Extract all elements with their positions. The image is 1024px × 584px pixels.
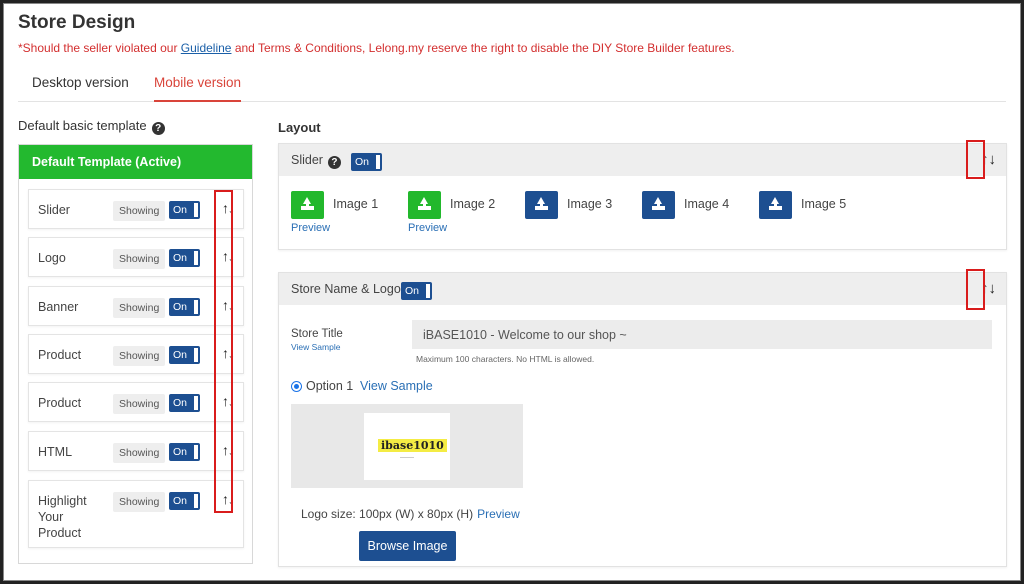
guideline-notice: *Should the seller violated our Guidelin…: [18, 41, 735, 55]
question-circle-icon[interactable]: ?: [327, 156, 341, 169]
row-label: Banner: [38, 300, 79, 314]
page-title: Store Design: [18, 12, 136, 33]
template-row-product: Product Showing On ↑↓: [28, 334, 244, 374]
row-toggle[interactable]: On: [169, 443, 200, 461]
store-name-logo-header: Store Name & Logo On ↑↓: [279, 273, 1006, 305]
logo-preview-area: ibase1010: [291, 404, 523, 488]
template-row-highlight-product: Highlight Your Product Showing On ↑↓: [28, 480, 244, 548]
tab-mobile-version[interactable]: Mobile version: [154, 75, 242, 102]
highlight-box-slider-arrows: [966, 140, 985, 179]
template-row-slider: Slider Showing On ↑↓: [28, 189, 244, 229]
upload-icon[interactable]: [408, 191, 441, 219]
logo-size-text: Logo size: 100px (W) x 80px (H): [301, 507, 474, 521]
upload-icon[interactable]: [291, 191, 324, 219]
default-template-heading: Default basic template?: [18, 118, 165, 135]
default-template-heading-label: Default basic template: [18, 118, 147, 133]
row-label: HTML: [38, 445, 73, 459]
template-row-html: HTML Showing On ↑↓: [28, 431, 244, 471]
template-row-logo: Logo Showing On ↑↓: [28, 237, 244, 277]
logo-tagline: [400, 457, 414, 458]
preview-link[interactable]: Preview: [408, 222, 447, 234]
status-badge: Showing: [113, 298, 166, 318]
logo-text: ibase1010: [378, 439, 447, 452]
slider-image-label: Image 2: [450, 197, 496, 211]
store-design-page: Store Design *Should the seller violated…: [3, 3, 1021, 581]
row-toggle[interactable]: On: [169, 298, 200, 316]
row-label: Slider: [38, 203, 70, 217]
slider-image-label: Image 4: [684, 197, 730, 211]
option-1-label: Option 1: [306, 379, 354, 393]
row-toggle[interactable]: On: [169, 346, 200, 364]
store-title-hint: Maximum 100 characters. No HTML is allow…: [416, 354, 595, 364]
status-badge: Showing: [113, 443, 166, 463]
notice-prefix: *Should the seller violated our: [18, 41, 181, 55]
view-sample-link[interactable]: View Sample: [360, 379, 433, 393]
store-name-logo-section: Store Name & Logo On ↑↓ Store Title View…: [278, 272, 1007, 567]
row-label: Product: [38, 348, 82, 362]
view-sample-link-small[interactable]: View Sample: [291, 342, 340, 352]
row-toggle[interactable]: On: [169, 249, 200, 267]
logo-size-info: Logo size: 100px (W) x 80px (H) Preview: [301, 507, 520, 521]
status-badge: Showing: [113, 394, 166, 414]
highlight-box-left-arrows: [214, 190, 233, 513]
question-circle-icon[interactable]: ?: [151, 122, 165, 135]
row-toggle[interactable]: On: [169, 201, 200, 219]
browse-image-button[interactable]: Browse Image: [359, 531, 456, 561]
guideline-link[interactable]: Guideline: [181, 41, 232, 55]
template-row-product-2: Product Showing On ↑↓: [28, 382, 244, 422]
active-template-banner: Default Template (Active): [19, 145, 252, 179]
slider-section: Slider? On ↑↓ Image 1 Preview Image 2 Pr…: [278, 143, 1007, 250]
store-title-label: Store Title: [291, 328, 343, 340]
notice-suffix: and Terms & Conditions, Lelong.my reserv…: [231, 41, 735, 55]
row-label: Highlight Your Product: [38, 494, 87, 540]
status-badge: Showing: [113, 346, 166, 366]
slider-image-label: Image 3: [567, 197, 613, 211]
row-toggle[interactable]: On: [169, 394, 200, 412]
slider-toggle[interactable]: On: [351, 153, 382, 171]
logo-image: ibase1010: [364, 413, 450, 480]
store-name-logo-title: Store Name & Logo: [291, 282, 401, 296]
status-badge: Showing: [113, 201, 166, 221]
slider-image-label: Image 1: [333, 197, 379, 211]
preview-link[interactable]: Preview: [291, 222, 330, 234]
slider-image-label: Image 5: [801, 197, 847, 211]
slider-title-label: Slider: [291, 153, 323, 167]
option-1-radio[interactable]: [291, 381, 302, 392]
highlight-box-logo-arrows: [966, 269, 985, 310]
row-label: Logo: [38, 251, 66, 265]
store-name-logo-toggle[interactable]: On: [401, 282, 432, 300]
version-tabs: Desktop version Mobile version: [18, 66, 1006, 102]
store-title-input[interactable]: [412, 320, 992, 349]
upload-icon[interactable]: [759, 191, 792, 219]
layout-heading: Layout: [278, 120, 321, 135]
slider-section-header: Slider? On ↑↓: [279, 144, 1006, 176]
slider-section-title: Slider?: [291, 153, 341, 169]
row-toggle[interactable]: On: [169, 492, 200, 510]
tab-desktop-version[interactable]: Desktop version: [32, 75, 129, 100]
status-badge: Showing: [113, 492, 166, 512]
row-label: Product: [38, 396, 82, 410]
status-badge: Showing: [113, 249, 166, 269]
upload-icon[interactable]: [525, 191, 558, 219]
logo-preview-link[interactable]: Preview: [477, 507, 520, 521]
upload-icon[interactable]: [642, 191, 675, 219]
template-row-banner: Banner Showing On ↑↓: [28, 286, 244, 326]
